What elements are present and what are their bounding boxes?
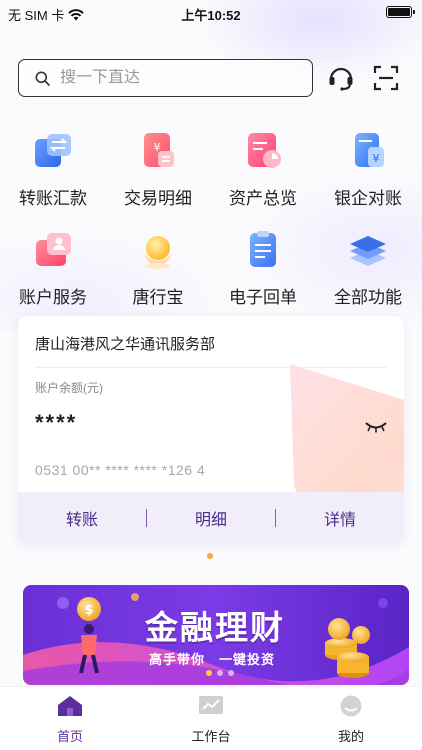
tab-label: 首页: [56, 729, 83, 744]
grid-item-reconciliation[interactable]: ¥ 银企对账: [318, 129, 418, 209]
search-input[interactable]: [60, 69, 290, 87]
banner-subtitle: 高手带你 一键投资: [149, 652, 276, 667]
banner-dot: [206, 670, 212, 676]
transfer-action[interactable]: 转账: [18, 506, 146, 530]
grid-label: 交易明细: [124, 189, 192, 208]
asset-overview-icon: [248, 133, 281, 168]
grid-item-all-functions[interactable]: 全部功能: [318, 228, 418, 308]
grid-item-tanghangbao[interactable]: 唐行宝: [108, 228, 208, 308]
promo-banner[interactable]: $ 金融理财 高手带你 一键投资: [23, 585, 409, 685]
balance-label: 账户余额(元): [35, 381, 103, 395]
svg-text:¥: ¥: [373, 152, 380, 165]
detail-action[interactable]: 明细: [147, 506, 275, 530]
transfer-icon: [35, 134, 71, 167]
card-actions: 转账 明细 详情: [18, 492, 404, 544]
account-service-icon: [36, 233, 71, 266]
headset-icon[interactable]: [327, 64, 355, 92]
battery-fill: [388, 8, 410, 16]
e-receipt-icon: [250, 231, 276, 267]
grid-label: 电子回单: [229, 288, 297, 307]
card-pagination: [207, 553, 213, 559]
battery-icon: [386, 6, 415, 18]
pagination-dot: [207, 553, 213, 559]
tab-home[interactable]: 首页: [30, 695, 110, 745]
svg-text:¥: ¥: [154, 141, 161, 154]
grid-item-e-receipt[interactable]: 电子回单: [213, 228, 313, 308]
grid-item-transfer[interactable]: 转账汇款: [3, 129, 103, 209]
eye-closed-icon[interactable]: [364, 420, 388, 434]
banner-dot: [228, 670, 234, 676]
workbench-icon: [199, 696, 223, 714]
grid-label: 唐行宝: [132, 288, 184, 307]
banner-pagination: [206, 670, 234, 676]
grid-label: 全部功能: [334, 288, 402, 307]
balance-value: ****: [35, 410, 78, 435]
search-box[interactable]: [18, 59, 313, 97]
grid-label: 资产总览: [229, 189, 297, 208]
all-functions-icon: [350, 236, 386, 266]
transaction-detail-icon: ¥: [144, 133, 174, 167]
account-card[interactable]: 唐山海港风之华通讯服务部 账户余额(元) **** 0531 00** ****…: [18, 316, 404, 544]
banner-title: 金融理财: [145, 609, 285, 646]
banner-dot: [217, 670, 223, 676]
grid-label: 银企对账: [334, 189, 402, 208]
scan-icon[interactable]: [372, 64, 400, 92]
status-time: 上午10:52: [181, 8, 241, 23]
tab-label: 我的: [337, 729, 364, 744]
grid-label: 转账汇款: [19, 189, 87, 208]
reconciliation-icon: ¥: [355, 133, 384, 167]
home-icon: [58, 696, 82, 716]
profile-icon: [340, 695, 362, 717]
svg-text:$: $: [84, 603, 93, 618]
tanghangbao-icon: [144, 236, 172, 269]
grid-label: 账户服务: [19, 288, 87, 307]
tab-label: 工作台: [191, 729, 231, 744]
tab-workbench[interactable]: 工作台: [171, 695, 251, 745]
status-bar: 无 SIM 卡 上午10:52: [0, 0, 422, 24]
tab-profile[interactable]: 我的: [311, 695, 391, 745]
company-name: 唐山海港风之华通讯服务部: [35, 336, 216, 353]
info-action[interactable]: 详情: [276, 506, 404, 530]
search-icon: [35, 71, 50, 86]
tab-bar: 首页 工作台 我的: [0, 686, 422, 750]
grid-item-transaction-detail[interactable]: ¥ 交易明细: [108, 129, 208, 209]
grid-item-asset-overview[interactable]: 资产总览: [213, 129, 313, 209]
account-number: 0531 00** **** **** *126 4: [35, 462, 206, 478]
grid-item-account-service[interactable]: 账户服务: [3, 228, 103, 308]
